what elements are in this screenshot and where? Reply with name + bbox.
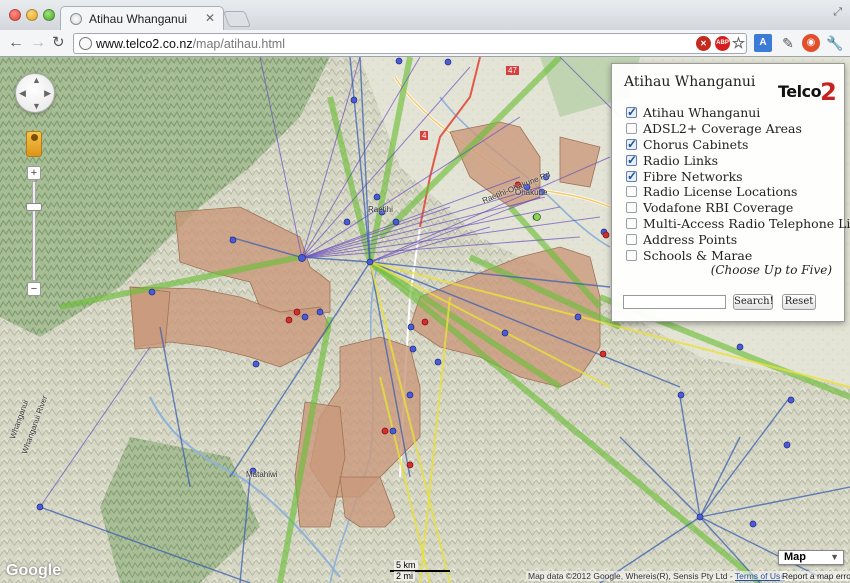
layer-label: Radio License Locations [643, 184, 798, 200]
layer-option[interactable]: Vodafone RBI Coverage [626, 200, 850, 216]
pan-up-icon[interactable]: ▲ [32, 75, 41, 85]
town-label: Raetihi [368, 205, 393, 214]
address-bar[interactable]: www.telco2.co.nz/map/atihau.html ✕ ABP ☆ [73, 33, 747, 54]
scale-mi-label: 2 mi [394, 571, 416, 581]
maximize-window-button[interactable] [43, 9, 55, 21]
telco2-logo: Telco2 [778, 78, 837, 106]
extension-icon[interactable]: ◉ [802, 34, 820, 52]
map-canvas[interactable]: Ohakune Raetihi Matahiwi Whanganui River… [0, 57, 850, 583]
layer-checkbox[interactable] [626, 217, 637, 229]
reset-button[interactable]: Reset [782, 294, 816, 310]
highway-shield: 47 [506, 66, 519, 75]
translate-icon[interactable]: A [754, 34, 772, 52]
town-label: Matahiwi [246, 470, 278, 479]
terms-link[interactable]: Terms of Use [735, 571, 785, 581]
panel-title: Atihau Whanganui [624, 74, 756, 90]
pan-down-icon[interactable]: ▼ [32, 101, 41, 111]
zoom-slider-track[interactable] [32, 181, 36, 281]
layer-checkbox[interactable] [626, 153, 637, 167]
layer-list: Atihau WhanganuiADSL2+ Coverage AreasCho… [626, 105, 850, 263]
layer-label: Address Points [643, 231, 738, 247]
layer-label: Vodafone RBI Coverage [643, 200, 794, 216]
layer-label: Multi-Access Radio Telephone Links [643, 215, 850, 231]
pan-right-icon[interactable]: ▶ [44, 88, 51, 99]
zoom-slider-handle[interactable] [26, 203, 42, 211]
back-button[interactable]: ← [8, 33, 24, 53]
layer-label: ADSL2+ Coverage Areas [643, 121, 802, 137]
search-input[interactable] [623, 295, 726, 309]
close-window-button[interactable] [9, 9, 21, 21]
minimize-window-button[interactable] [26, 9, 38, 21]
choose-note: (Choose Up to Five) [710, 263, 832, 277]
layer-option[interactable]: Atihau Whanganui [626, 105, 850, 121]
street-view-pegman-icon[interactable] [26, 131, 42, 157]
chevron-down-icon: ▼ [830, 552, 839, 562]
layer-label: Atihau Whanganui [643, 105, 761, 121]
layer-label: Chorus Cabinets [643, 136, 749, 152]
layer-checkbox[interactable] [626, 137, 637, 151]
star-bookmark-icon[interactable]: ☆ [731, 36, 746, 51]
layer-checkbox[interactable] [626, 233, 637, 245]
layer-checkbox[interactable] [626, 169, 637, 183]
layer-option[interactable]: Schools & Marae [626, 247, 850, 263]
layer-label: Schools & Marae [643, 247, 753, 263]
wrench-menu-icon[interactable]: 🔧 [826, 34, 844, 52]
forward-button[interactable]: → [30, 33, 46, 53]
highway-shield: 4 [420, 131, 429, 140]
fullscreen-icon[interactable]: ⤢ [833, 6, 842, 19]
globe-icon [79, 37, 92, 50]
reload-button[interactable]: ↻ [52, 33, 65, 53]
search-button[interactable]: Search! [733, 294, 774, 310]
layer-option[interactable]: Chorus Cabinets [626, 137, 850, 153]
layer-option[interactable]: ADSL2+ Coverage Areas [626, 121, 850, 137]
layer-option[interactable]: Fibre Networks [626, 168, 850, 184]
layer-label: Fibre Networks [643, 168, 743, 184]
google-logo: Google [6, 562, 62, 579]
layer-checkbox[interactable] [626, 105, 637, 119]
zoom-out-button[interactable]: − [27, 282, 41, 296]
scale-km-label: 5 km [394, 560, 418, 570]
block-icon[interactable]: ✕ [696, 36, 711, 51]
layer-option[interactable]: Multi-Access Radio Telephone Links [626, 216, 850, 232]
layer-checkbox[interactable] [626, 202, 637, 214]
map-type-select[interactable]: Map ▼ [778, 550, 844, 565]
close-tab-icon[interactable]: ✕ [205, 11, 215, 25]
new-tab-button[interactable] [223, 11, 251, 27]
layer-option[interactable]: Address Points [626, 231, 850, 247]
browser-toolbar: ← → ↻ www.telco2.co.nz/map/atihau.html ✕… [0, 30, 850, 57]
pan-left-icon[interactable]: ◀ [19, 88, 26, 99]
scale-bar: 5 km 2 mi [390, 560, 460, 581]
layer-panel: Atihau Whanganui Telco2 Atihau Whanganui… [611, 63, 850, 322]
zoom-in-button[interactable]: + [27, 166, 41, 180]
layer-checkbox[interactable] [626, 123, 637, 135]
tab-title: Atihau Whanganui [89, 12, 188, 26]
extension-icon[interactable]: ✎ [779, 34, 797, 52]
adblock-icon[interactable]: ABP [715, 36, 730, 51]
layer-option[interactable]: Radio License Locations [626, 184, 850, 200]
browser-tab[interactable]: Atihau Whanganui ✕ [60, 6, 224, 31]
report-error-link[interactable]: Report a map error [780, 571, 850, 581]
url-text[interactable]: www.telco2.co.nz/map/atihau.html [96, 37, 285, 51]
layer-checkbox[interactable] [626, 249, 637, 261]
layer-option[interactable]: Radio Links [626, 152, 850, 168]
pan-control[interactable]: ▲ ▼ ◀ ▶ [15, 73, 55, 113]
globe-icon [70, 13, 82, 25]
layer-checkbox[interactable] [626, 186, 637, 198]
map-attribution: Map data ©2012 Google, Whereis(R), Sensi… [526, 571, 787, 581]
layer-label: Radio Links [643, 152, 718, 168]
title-bar: Atihau Whanganui ✕ ⤢ [0, 0, 850, 31]
